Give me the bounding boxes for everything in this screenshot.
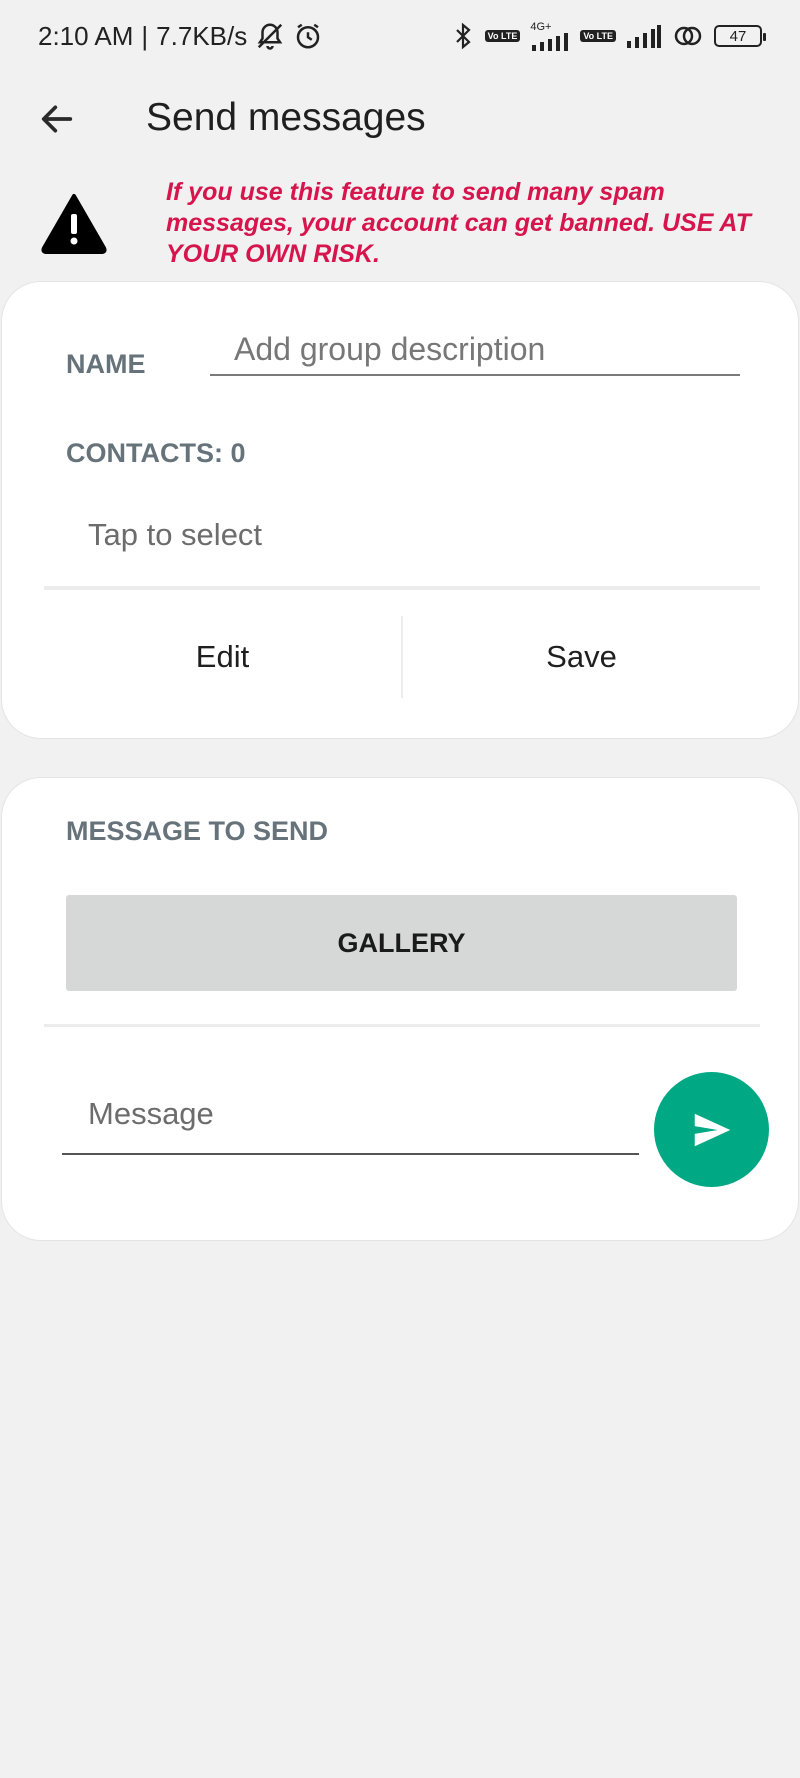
message-section-label: MESSAGE TO SEND bbox=[66, 816, 329, 846]
volte-badge: Vo LTE bbox=[484, 30, 521, 42]
battery-icon: 47 bbox=[714, 25, 766, 47]
warning-icon bbox=[41, 194, 107, 254]
message-card: MESSAGE TO SEND GALLERY bbox=[1, 777, 799, 1241]
message-input[interactable] bbox=[62, 1075, 639, 1155]
warning-text: If you use this feature to send many spa… bbox=[166, 178, 751, 268]
silent-icon bbox=[255, 21, 285, 51]
send-button[interactable] bbox=[654, 1072, 769, 1187]
spam-warning: If you use this feature to send many spa… bbox=[0, 175, 800, 275]
bluetooth-icon bbox=[451, 21, 475, 51]
page-title: Send messages bbox=[146, 96, 426, 139]
edit-button[interactable]: Edit bbox=[44, 616, 401, 698]
network-type: 4G+ bbox=[530, 21, 552, 33]
select-contacts[interactable]: Tap to select bbox=[88, 517, 262, 553]
card-actions: Edit Save bbox=[44, 616, 760, 698]
battery-level: 47 bbox=[729, 27, 747, 45]
divider bbox=[44, 1024, 760, 1027]
status-right: Vo LTE 4G+ Vo LTE 47 bbox=[451, 21, 766, 51]
arrow-left-icon bbox=[41, 105, 73, 133]
status-bar: 2:10 AM | 7.7KB/s Vo LTE 4G+ Vo LTE 47 bbox=[0, 0, 800, 72]
signal-icon: 4G+ bbox=[530, 21, 570, 51]
contacts-label: CONTACTS: 0 bbox=[66, 438, 246, 468]
signal-icon bbox=[626, 24, 662, 48]
hotspot-icon bbox=[672, 22, 704, 50]
status-time: 2:10 AM bbox=[38, 20, 134, 51]
group-card: NAME CONTACTS: 0 Tap to select Edit Save bbox=[1, 281, 799, 739]
status-left: 2:10 AM | 7.7KB/s bbox=[38, 21, 323, 52]
back-button[interactable] bbox=[34, 96, 80, 142]
status-speed: 7.7KB/s bbox=[156, 20, 248, 51]
alarm-icon bbox=[293, 21, 323, 51]
group-name-input[interactable] bbox=[210, 330, 740, 376]
send-icon bbox=[694, 1113, 730, 1146]
app-toolbar: Send messages bbox=[0, 82, 800, 154]
volte-badge: Vo LTE bbox=[580, 30, 616, 42]
gallery-button[interactable]: GALLERY bbox=[66, 895, 737, 991]
name-label: NAME bbox=[66, 349, 146, 379]
divider bbox=[44, 586, 760, 590]
status-separator: | bbox=[141, 20, 149, 51]
save-button[interactable]: Save bbox=[403, 616, 760, 698]
